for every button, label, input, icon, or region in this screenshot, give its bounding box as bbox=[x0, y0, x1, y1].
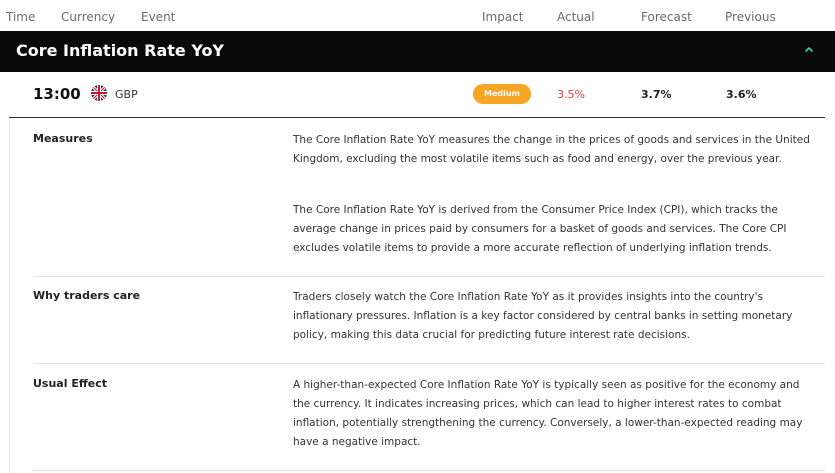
column-event: Event bbox=[141, 10, 176, 24]
column-actual: Actual bbox=[557, 10, 595, 24]
detail-divider bbox=[33, 276, 825, 277]
forecast-value: 3.7% bbox=[641, 88, 672, 101]
event-currency: GBP bbox=[115, 88, 138, 101]
event-title: Core Inflation Rate YoY bbox=[16, 41, 225, 60]
row-divider bbox=[9, 117, 825, 118]
uk-flag-icon bbox=[91, 85, 107, 101]
column-header-row: Time Currency Event Impact Actual Foreca… bbox=[0, 0, 835, 31]
column-previous: Previous bbox=[725, 10, 776, 24]
event-data-row: 13:00 GBP Medium 3.5% 3.7% 3.6% bbox=[0, 72, 835, 117]
column-forecast: Forecast bbox=[641, 10, 692, 24]
previous-value: 3.6% bbox=[726, 88, 757, 101]
column-time: Time bbox=[6, 10, 36, 24]
detail-left-border bbox=[9, 118, 10, 473]
detail-text-measures-1: The Core Inflation Rate YoY measures the… bbox=[293, 134, 810, 165]
detail-text-measures-2: The Core Inflation Rate YoY is derived f… bbox=[293, 204, 787, 254]
detail-divider bbox=[33, 470, 825, 471]
column-impact: Impact bbox=[482, 10, 524, 24]
event-time: 13:00 bbox=[33, 85, 81, 103]
detail-text-usual: A higher-than-expected Core Inflation Ra… bbox=[293, 379, 803, 448]
detail-label-why: Why traders care bbox=[33, 289, 141, 302]
chevron-up-icon[interactable] bbox=[804, 44, 814, 54]
actual-value: 3.5% bbox=[557, 88, 585, 101]
detail-text-why: Traders closely watch the Core Inflation… bbox=[293, 291, 793, 341]
column-currency: Currency bbox=[61, 10, 116, 24]
detail-label-usual: Usual Effect bbox=[33, 377, 107, 390]
event-title-bar[interactable]: Core Inflation Rate YoY bbox=[0, 31, 835, 72]
impact-badge: Medium bbox=[473, 84, 531, 104]
detail-label-measures: Measures bbox=[33, 132, 93, 145]
detail-divider bbox=[33, 363, 825, 364]
